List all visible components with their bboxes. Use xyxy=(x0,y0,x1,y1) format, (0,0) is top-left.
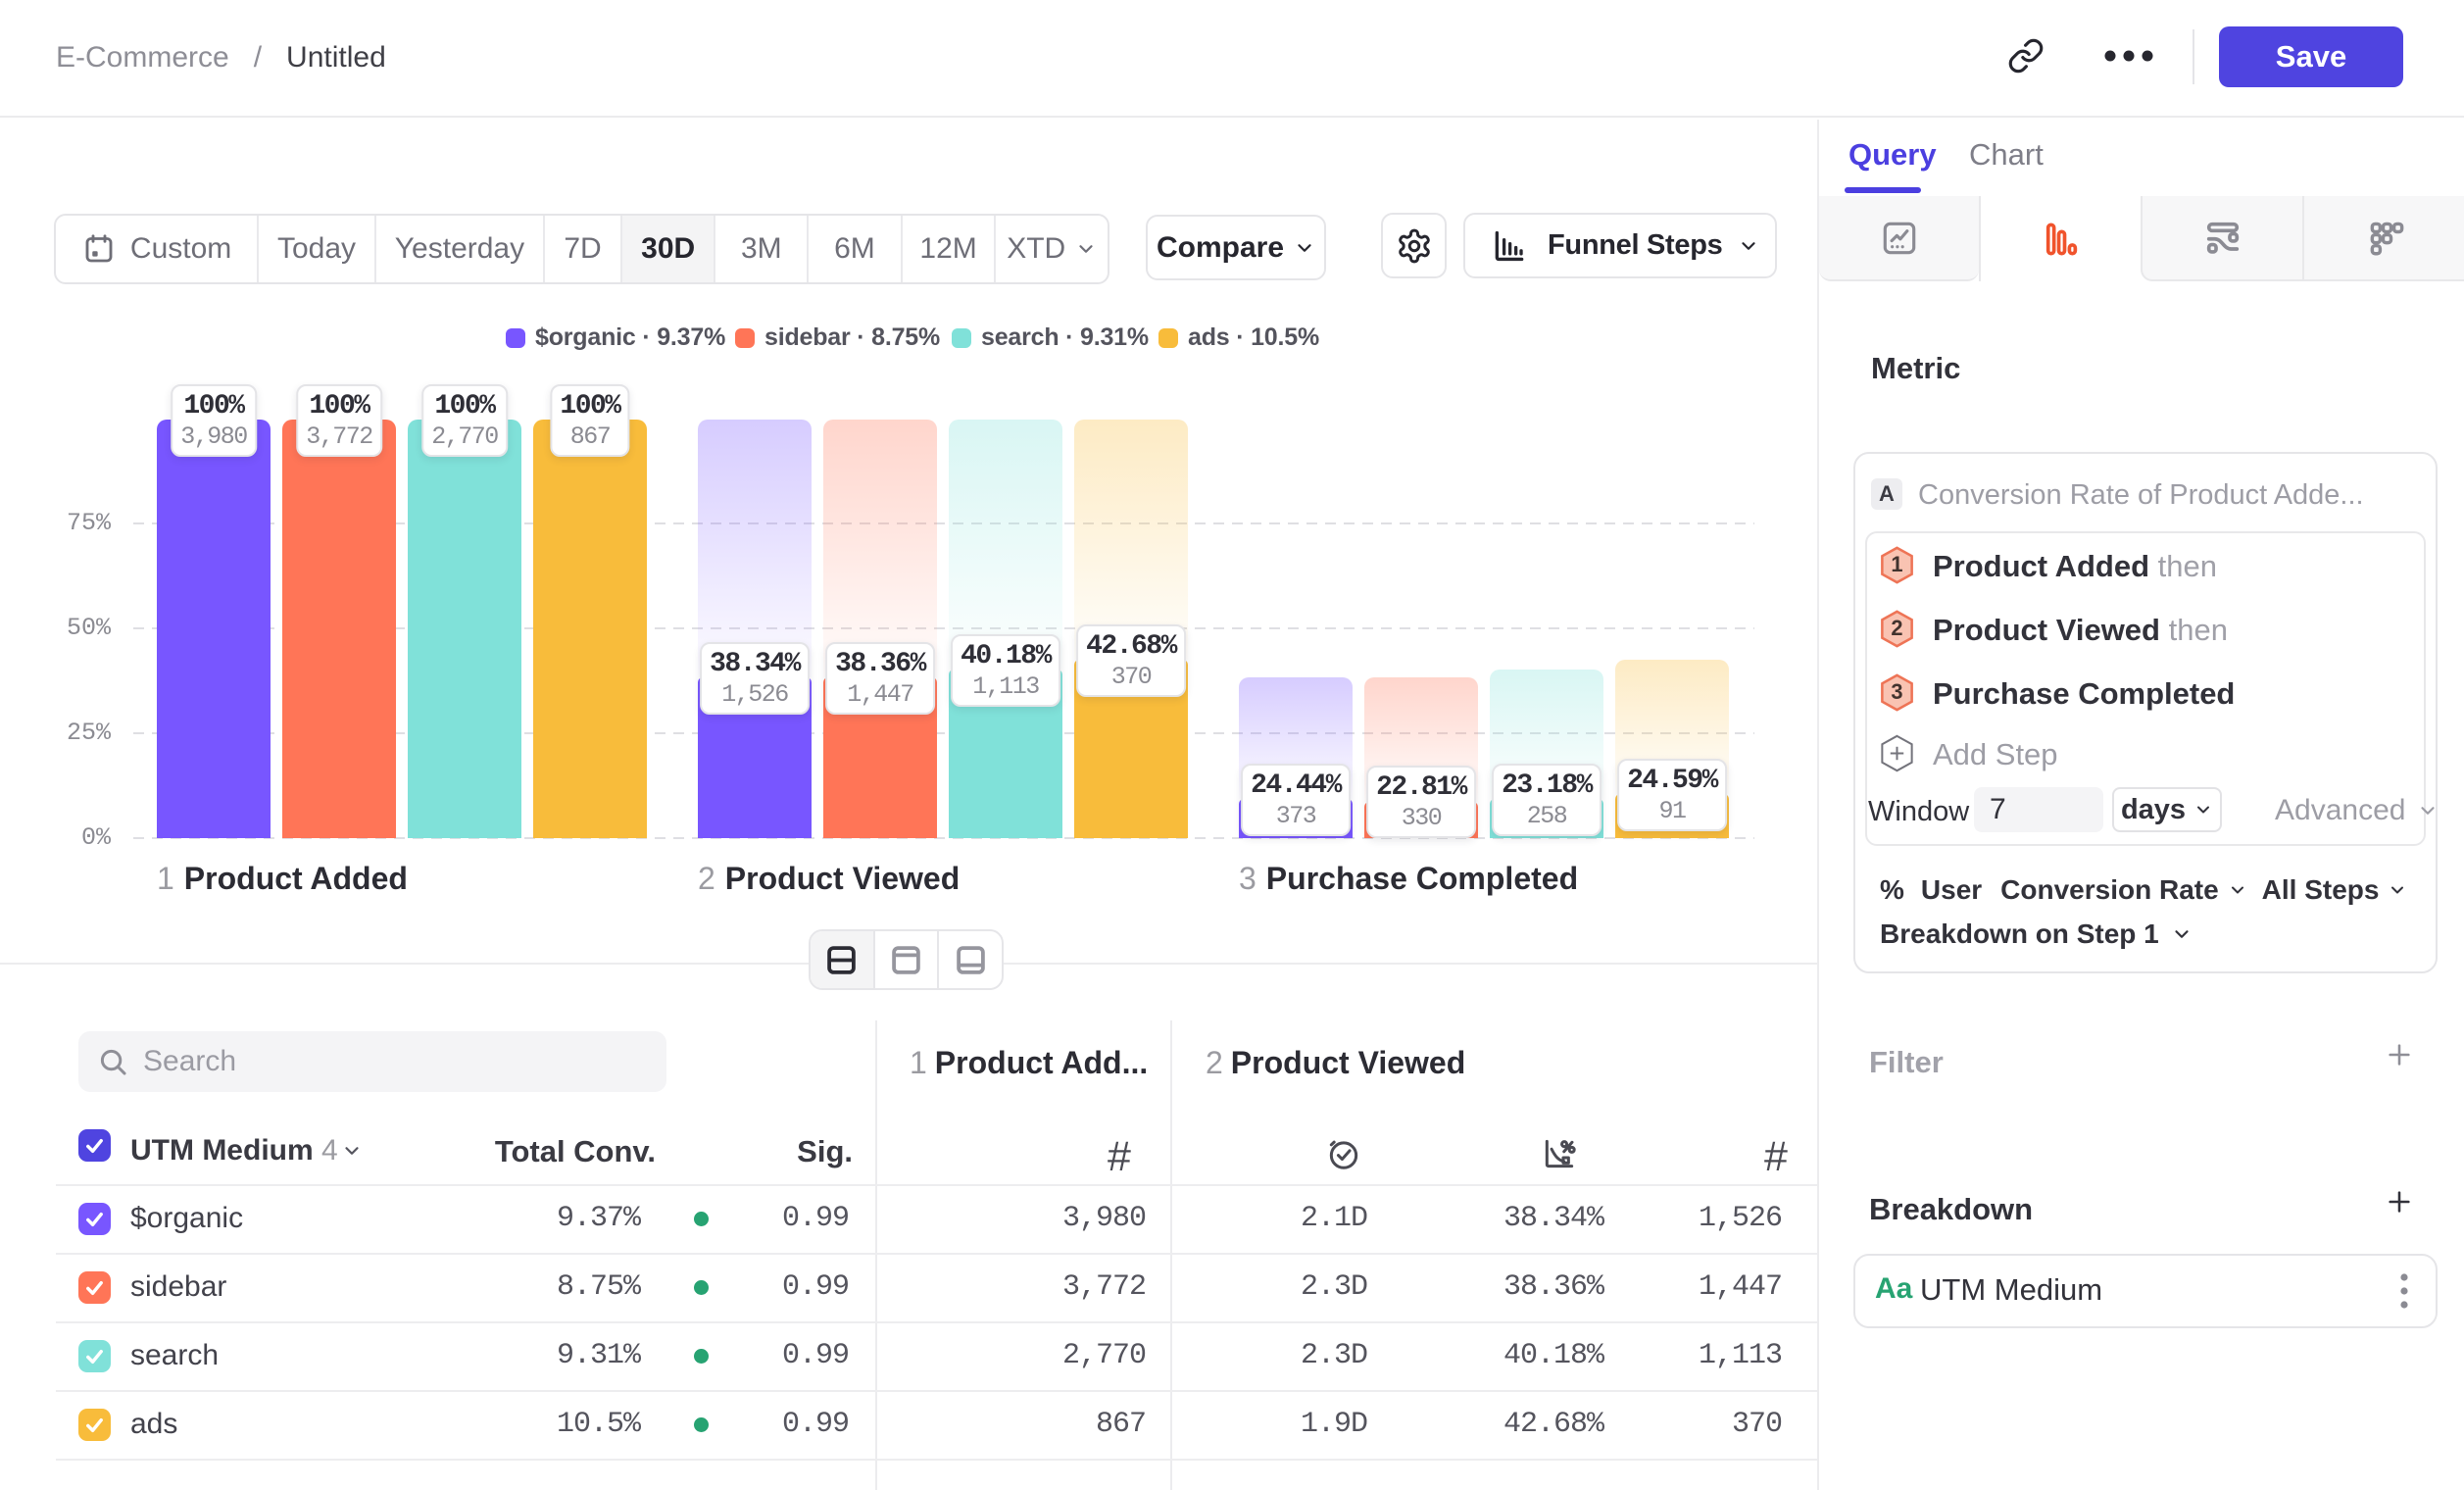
svg-text:2: 2 xyxy=(1891,616,1902,640)
svg-text:3: 3 xyxy=(1891,679,1902,704)
svg-text:1: 1 xyxy=(1891,552,1902,576)
